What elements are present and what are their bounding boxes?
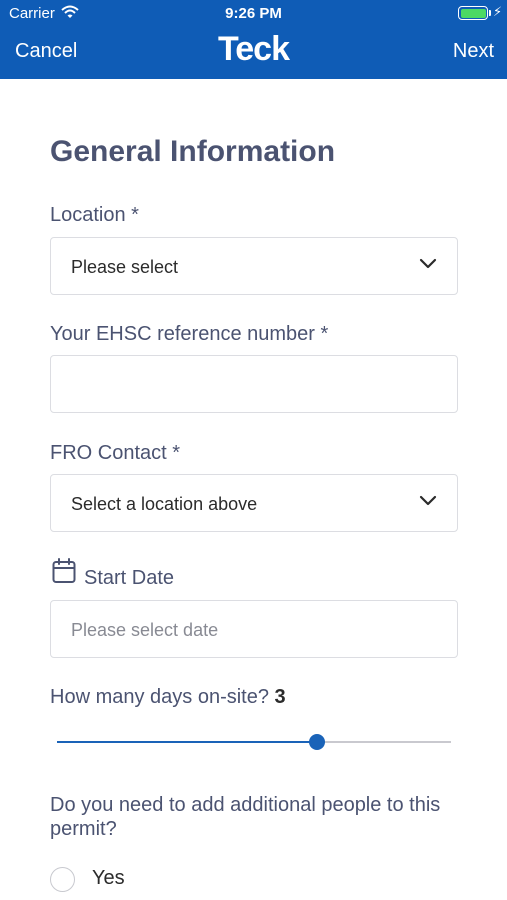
battery-nub [489, 10, 491, 16]
location-select-value: Please select [71, 257, 179, 277]
calendar-icon [52, 558, 76, 583]
chevron-down-icon [419, 495, 437, 506]
header-bar: Carrier 9:26 PM ⚡ Cancel Teck Next [0, 0, 507, 79]
charging-bolt-icon: ⚡ [493, 4, 503, 19]
additional-people-question: Do you need to add additional people to … [50, 794, 441, 840]
start-date-label: Start Date [84, 567, 175, 589]
days-slider-thumb[interactable] [309, 734, 325, 750]
days-slider-fill [57, 741, 317, 743]
start-date-input[interactable]: Please select date [50, 600, 458, 658]
days-on-site-value: 3 [274, 686, 286, 708]
ehsc-reference-input[interactable] [50, 355, 458, 413]
days-slider[interactable] [57, 734, 451, 750]
status-bar: Carrier 9:26 PM ⚡ [0, 0, 507, 28]
next-button[interactable]: Next [453, 40, 494, 63]
days-on-site-label: How many days on-site? 3 [50, 686, 286, 709]
battery-level-fill [460, 8, 486, 18]
ehsc-label: Your EHSC reference number * [50, 323, 329, 345]
page-title: General Information [50, 135, 336, 168]
start-date-placeholder: Please select date [71, 620, 219, 640]
battery-icon [458, 6, 488, 20]
location-label: Location * [50, 204, 139, 226]
status-time: 9:26 PM [225, 5, 282, 22]
days-on-site-question: How many days on-site? [50, 686, 269, 708]
radio-yes[interactable] [50, 867, 75, 892]
fro-contact-label: FRO Contact * [50, 442, 181, 464]
radio-yes-label[interactable]: Yes [92, 867, 125, 890]
brand-logo: Teck [218, 30, 290, 68]
fro-contact-select[interactable]: Select a location above [50, 474, 458, 532]
chevron-down-icon [419, 258, 437, 269]
fro-contact-select-value: Select a location above [71, 494, 258, 514]
location-select[interactable]: Please select [50, 237, 458, 295]
